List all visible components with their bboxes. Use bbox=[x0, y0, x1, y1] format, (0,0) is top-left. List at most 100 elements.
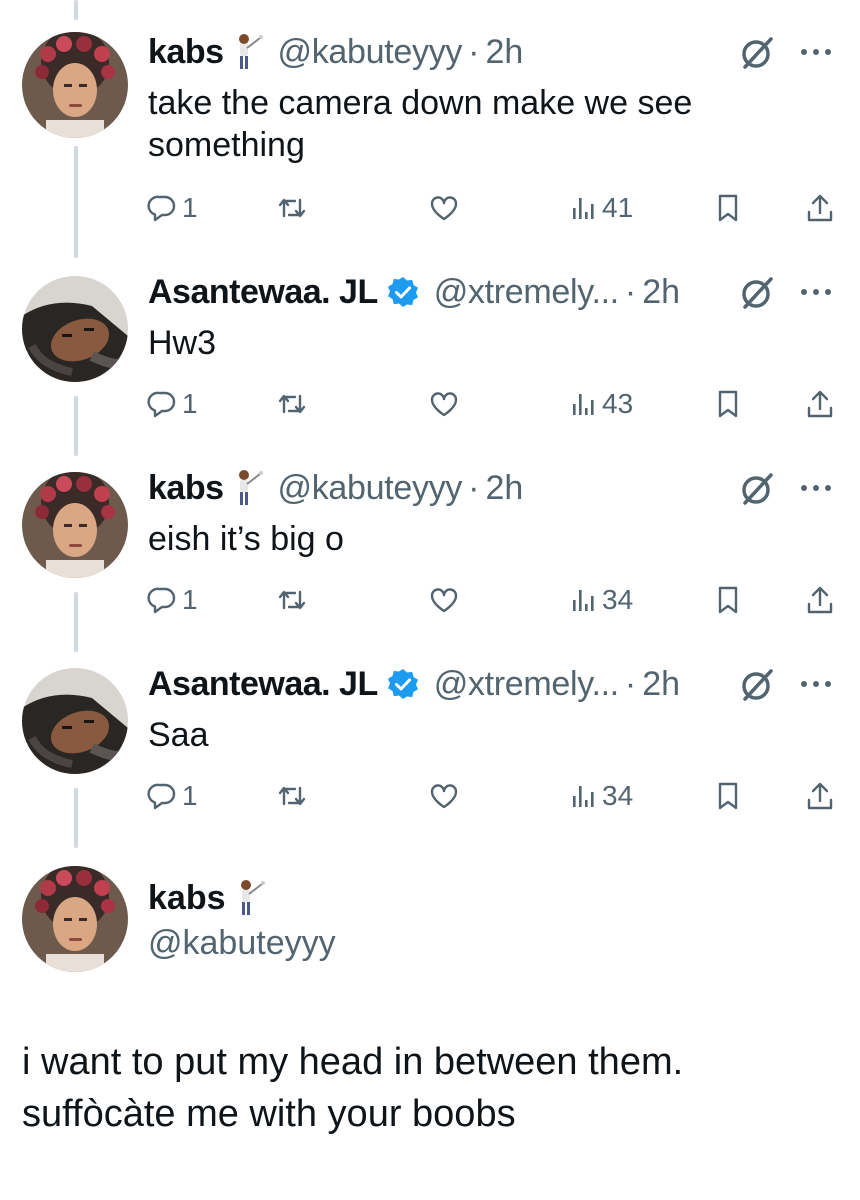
author-handle[interactable]: @kabuteyyy bbox=[278, 33, 463, 72]
views-icon bbox=[573, 198, 594, 219]
bookmark-button[interactable] bbox=[712, 384, 744, 424]
retweet-button[interactable] bbox=[276, 384, 308, 424]
like-icon bbox=[430, 784, 458, 809]
more-options-icon[interactable] bbox=[796, 32, 836, 72]
bookmark-button[interactable] bbox=[712, 188, 744, 228]
views-icon bbox=[573, 786, 594, 807]
share-icon bbox=[807, 390, 833, 418]
share-button[interactable] bbox=[804, 188, 836, 228]
more-options-icon[interactable] bbox=[796, 664, 836, 704]
main-tweet-text-line: i want to put my head in between them. bbox=[22, 1041, 684, 1083]
grok-icon[interactable] bbox=[738, 274, 776, 312]
timestamp[interactable]: 2h bbox=[642, 273, 680, 312]
verified-badge-icon bbox=[386, 667, 420, 701]
avatar[interactable] bbox=[22, 32, 128, 138]
reply-icon bbox=[147, 391, 176, 418]
like-button[interactable] bbox=[428, 580, 460, 620]
verified-badge-icon bbox=[386, 275, 420, 309]
tweet-actions: 1 41 bbox=[0, 188, 860, 228]
golfer-emoji bbox=[230, 468, 264, 508]
author-name[interactable]: kabs bbox=[148, 33, 224, 72]
timestamp[interactable]: 2h bbox=[485, 33, 523, 72]
golfer-emoji bbox=[230, 32, 264, 72]
grok-icon[interactable] bbox=[738, 470, 776, 508]
main-tweet-text: i want to put my head in between them. s… bbox=[22, 1036, 842, 1140]
more-options-icon[interactable] bbox=[796, 272, 836, 312]
like-button[interactable] bbox=[428, 384, 460, 424]
tweet-actions: 1 34 bbox=[0, 776, 860, 816]
share-button[interactable] bbox=[804, 384, 836, 424]
share-button[interactable] bbox=[804, 776, 836, 816]
share-icon bbox=[807, 782, 833, 810]
retweet-icon bbox=[278, 198, 306, 218]
share-button[interactable] bbox=[804, 580, 836, 620]
views-button[interactable]: 43 bbox=[570, 384, 633, 424]
avatar[interactable] bbox=[22, 472, 128, 578]
grok-icon[interactable] bbox=[738, 34, 776, 72]
like-button[interactable] bbox=[428, 188, 460, 228]
reply-count: 1 bbox=[182, 388, 198, 419]
like-button[interactable] bbox=[428, 776, 460, 816]
share-icon bbox=[807, 586, 833, 614]
reply-button[interactable]: 1 bbox=[146, 580, 198, 620]
author-handle[interactable]: @kabuteyyy bbox=[148, 924, 336, 963]
reply-count: 1 bbox=[182, 780, 198, 811]
retweet-button[interactable] bbox=[276, 580, 308, 620]
grok-icon[interactable] bbox=[738, 666, 776, 704]
like-icon bbox=[430, 196, 458, 221]
timestamp[interactable]: 2h bbox=[642, 665, 680, 704]
main-tweet-header: kabs @kabuteyyy bbox=[148, 876, 336, 963]
tweet-text: take the camera down make we see somethi… bbox=[148, 84, 693, 164]
separator-dot: · bbox=[624, 272, 637, 311]
reply-button[interactable]: 1 bbox=[146, 188, 198, 228]
timestamp[interactable]: 2h bbox=[485, 469, 523, 508]
retweet-button[interactable] bbox=[276, 188, 308, 228]
reply-icon bbox=[147, 195, 176, 222]
view-count: 41 bbox=[602, 192, 634, 223]
author-handle[interactable]: @xtremely... bbox=[434, 273, 620, 312]
reply-button[interactable]: 1 bbox=[146, 384, 198, 424]
tweet-header: Asantewaa. JL @xtremely... · 2h bbox=[148, 662, 680, 706]
avatar[interactable] bbox=[22, 668, 128, 774]
views-icon bbox=[573, 590, 594, 611]
main-author-name-row[interactable]: kabs bbox=[148, 876, 336, 920]
more-options-icon[interactable] bbox=[796, 468, 836, 508]
tweet-text: Saa bbox=[148, 716, 209, 754]
reply-count: 1 bbox=[182, 584, 198, 615]
author-name[interactable]: Asantewaa. JL bbox=[148, 273, 378, 312]
views-button[interactable]: 34 bbox=[570, 580, 633, 620]
bookmark-button[interactable] bbox=[712, 776, 744, 816]
reply-button[interactable]: 1 bbox=[146, 776, 198, 816]
golfer-emoji bbox=[232, 878, 266, 918]
bookmark-icon bbox=[718, 390, 738, 418]
bookmark-button[interactable] bbox=[712, 580, 744, 620]
author-name[interactable]: kabs bbox=[148, 879, 226, 918]
views-icon bbox=[573, 394, 594, 415]
separator-dot: · bbox=[468, 32, 480, 71]
views-button[interactable]: 34 bbox=[570, 776, 633, 816]
reply-icon bbox=[147, 587, 176, 614]
retweet-icon bbox=[278, 786, 306, 806]
like-icon bbox=[430, 588, 458, 613]
retweet-icon bbox=[278, 590, 306, 610]
tweet-header: kabs @kabuteyyy · 2h bbox=[148, 30, 523, 74]
avatar[interactable] bbox=[22, 276, 128, 382]
views-button[interactable]: 41 bbox=[570, 188, 633, 228]
tweet-header: Asantewaa. JL @xtremely... · 2h bbox=[148, 270, 680, 314]
tweet-actions: 1 34 bbox=[0, 580, 860, 620]
author-name[interactable]: Asantewaa. JL bbox=[148, 665, 378, 704]
separator-dot: · bbox=[624, 664, 637, 703]
separator-dot: · bbox=[468, 468, 480, 507]
retweet-button[interactable] bbox=[276, 776, 308, 816]
bookmark-icon bbox=[718, 586, 738, 614]
avatar[interactable] bbox=[22, 866, 128, 972]
author-handle[interactable]: @xtremely... bbox=[434, 665, 620, 704]
bookmark-icon bbox=[718, 782, 738, 810]
tweet-text: Hw3 bbox=[148, 324, 217, 362]
share-icon bbox=[807, 194, 833, 222]
reply-icon bbox=[147, 783, 176, 810]
view-count: 34 bbox=[602, 780, 634, 811]
view-count: 43 bbox=[602, 388, 634, 419]
author-name[interactable]: kabs bbox=[148, 469, 224, 508]
author-handle[interactable]: @kabuteyyy bbox=[278, 469, 463, 508]
